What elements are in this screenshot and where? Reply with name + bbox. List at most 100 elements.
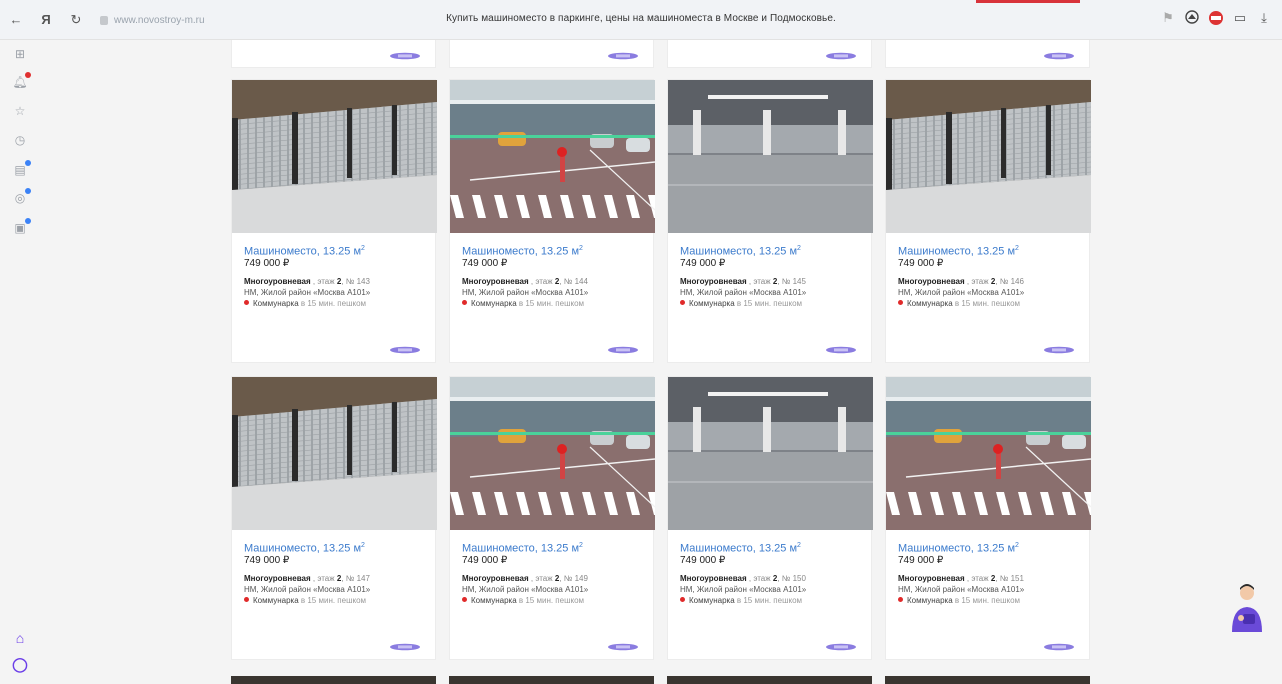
metro-dot-icon: [244, 596, 249, 602]
developer-logo-icon: [1044, 643, 1074, 651]
next-card-stub: [449, 676, 654, 684]
listing-info: Машиноместо, 13.25 м2 749 000 ₽ Многоуро…: [886, 530, 1089, 606]
parking-photo[interactable]: [668, 80, 873, 233]
developer-logo-icon: [826, 346, 856, 354]
listing-title[interactable]: Машиноместо, 13.25 м2: [680, 243, 859, 258]
parking-photo[interactable]: [668, 377, 873, 530]
favorites-star-icon[interactable]: ☆: [12, 103, 28, 119]
listing-price: 749 000 ₽: [898, 257, 944, 269]
alice-assistant-icon[interactable]: ◯: [12, 656, 28, 672]
toolbar-actions: ⚑ ▭ ⤓: [1160, 10, 1272, 26]
listing-card[interactable]: Машиноместо, 13.25 м2 749 000 ₽ Многоуро…: [231, 79, 437, 363]
listing-title[interactable]: Машиноместо, 13.25 м2: [462, 243, 641, 258]
listing-price: 749 000 ₽: [244, 257, 290, 269]
metro-dot-icon: [680, 299, 685, 305]
parking-type: Многоуровневая: [244, 276, 311, 286]
listing-details: Многоуровневая , этаж 2, № 147: [244, 573, 370, 583]
spot-number: 147: [356, 573, 370, 583]
listing-details: Многоуровневая , этаж 2, № 150: [680, 573, 806, 583]
parking-photo[interactable]: [450, 377, 655, 530]
notifications-icon[interactable]: 🔔︎: [12, 72, 31, 90]
parking-photo[interactable]: [886, 377, 1091, 530]
listing-card[interactable]: Машиноместо, 13.25 м2 749 000 ₽ Многоуро…: [449, 376, 655, 660]
adblock-icon[interactable]: [1208, 10, 1224, 26]
listing-title[interactable]: Машиноместо, 13.25 м2: [462, 540, 641, 555]
notes-icon[interactable]: ▤: [12, 160, 31, 178]
parking-type: Многоуровневая: [462, 573, 529, 583]
listing-info: Машиноместо, 13.25 м2 749 000 ₽ Многоуро…: [232, 233, 435, 309]
complex-name: НМ, Жилой район «Москва A101»: [244, 584, 371, 594]
parking-type: Многоуровневая: [680, 276, 747, 286]
listing-title[interactable]: Машиноместо, 13.25 м2: [680, 540, 859, 555]
developer-logo-icon: [390, 52, 420, 60]
developer-logo-icon: [1044, 52, 1074, 60]
listing-price: 749 000 ₽: [898, 554, 944, 566]
metro-dot-icon: [462, 299, 467, 305]
spot-number: 149: [574, 573, 588, 583]
apps-grid-icon[interactable]: ⊞: [12, 46, 28, 62]
history-clock-icon[interactable]: ◷: [12, 132, 28, 148]
walk-time: в 15 мин. пешком: [300, 298, 367, 308]
metro-info: Коммунарка в 15 мин. пешком: [244, 595, 423, 606]
metro-dot-icon: [244, 299, 249, 305]
spot-number: 146: [1010, 276, 1024, 286]
card-stub: [231, 40, 436, 68]
listing-price: 749 000 ₽: [462, 554, 508, 566]
walk-time: в 15 мин. пешком: [518, 595, 585, 605]
metro-info: Коммунарка в 15 мин. пешком: [898, 298, 1077, 309]
parking-type: Многоуровневая: [898, 276, 965, 286]
complex-name: НМ, Жилой район «Москва A101»: [898, 287, 1025, 297]
extension-icon[interactable]: [1184, 10, 1200, 26]
listing-card[interactable]: Машиноместо, 13.25 м2 749 000 ₽ Многоуро…: [667, 79, 873, 363]
parking-photo[interactable]: [232, 80, 437, 233]
complex-name: НМ, Жилой район «Москва A101»: [898, 584, 1025, 594]
walk-time: в 15 мин. пешком: [300, 595, 367, 605]
download-icon[interactable]: ⤓: [1256, 10, 1272, 26]
metro-name: Коммунарка: [689, 595, 735, 605]
spot-number: 143: [356, 276, 370, 286]
walk-time: в 15 мин. пешком: [518, 298, 585, 308]
metro-info: Коммунарка в 15 мин. пешком: [462, 298, 641, 309]
listing-info: Машиноместо, 13.25 м2 749 000 ₽ Многоуро…: [450, 233, 653, 309]
listing-price: 749 000 ₽: [680, 257, 726, 269]
browser-toolbar: ← Я ↻ www.novostroy-m.ru Купить машиноме…: [0, 0, 1282, 40]
spot-number: 145: [792, 276, 806, 286]
chat-assistant-avatar[interactable]: [1229, 580, 1265, 636]
alice-home-icon[interactable]: ⌂: [12, 630, 28, 646]
music-icon[interactable]: ◎: [12, 188, 31, 206]
metro-info: Коммунарка в 15 мин. пешком: [680, 298, 859, 309]
listing-title[interactable]: Машиноместо, 13.25 м2: [244, 243, 423, 258]
listing-title[interactable]: Машиноместо, 13.25 м2: [898, 540, 1077, 555]
listing-card[interactable]: Машиноместо, 13.25 м2 749 000 ₽ Многоуро…: [667, 376, 873, 660]
complex-name: НМ, Жилой район «Москва A101»: [680, 584, 807, 594]
listing-card[interactable]: Машиноместо, 13.25 м2 749 000 ₽ Многоуро…: [885, 79, 1091, 363]
metro-name: Коммунарка: [253, 298, 299, 308]
listing-details: Многоуровневая , этаж 2, № 146: [898, 276, 1024, 286]
metro-dot-icon: [680, 596, 685, 602]
metro-info: Коммунарка в 15 мин. пешком: [680, 595, 859, 606]
listing-title[interactable]: Машиноместо, 13.25 м2: [244, 540, 423, 555]
bookmark-icon[interactable]: ⚑: [1160, 10, 1176, 26]
complex-name: НМ, Жилой район «Москва A101»: [462, 287, 589, 297]
listing-info: Машиноместо, 13.25 м2 749 000 ₽ Многоуро…: [232, 530, 435, 606]
parking-type: Многоуровневая: [244, 573, 311, 583]
metro-name: Коммунарка: [907, 595, 953, 605]
parking-photo[interactable]: [450, 80, 655, 233]
parking-photo[interactable]: [886, 80, 1091, 233]
metro-dot-icon: [898, 596, 903, 602]
complex-name: НМ, Жилой район «Москва A101»: [680, 287, 807, 297]
listing-title[interactable]: Машиноместо, 13.25 м2: [898, 243, 1077, 258]
complex-name: НМ, Жилой район «Москва A101»: [244, 287, 371, 297]
listing-card[interactable]: Машиноместо, 13.25 м2 749 000 ₽ Многоуро…: [231, 376, 437, 660]
complex-name: НМ, Жилой район «Москва A101»: [462, 584, 589, 594]
metro-name: Коммунарка: [907, 298, 953, 308]
spot-number: 150: [792, 573, 806, 583]
listing-details: Многоуровневая , этаж 2, № 144: [462, 276, 588, 286]
documents-icon[interactable]: ▣: [12, 218, 31, 236]
tabs-icon[interactable]: ▭: [1232, 10, 1248, 26]
parking-photo[interactable]: [232, 377, 437, 530]
page-title: Купить машиноместо в паркинге, цены на м…: [446, 13, 836, 24]
metro-info: Коммунарка в 15 мин. пешком: [244, 298, 423, 309]
listing-card[interactable]: Машиноместо, 13.25 м2 749 000 ₽ Многоуро…: [885, 376, 1091, 660]
listing-card[interactable]: Машиноместо, 13.25 м2 749 000 ₽ Многоуро…: [449, 79, 655, 363]
